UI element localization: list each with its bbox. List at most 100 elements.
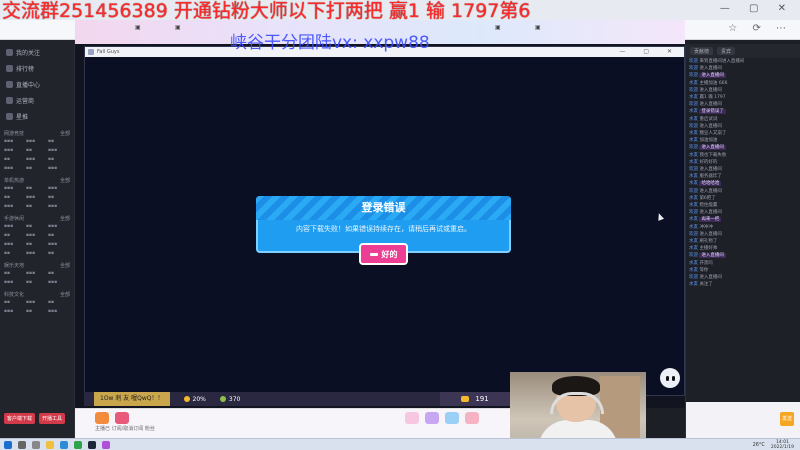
- sidebar-section[interactable]: 网游竞技 全部: [0, 124, 74, 139]
- chat-username[interactable]: 欢迎: [689, 210, 698, 215]
- app-icon[interactable]: [74, 441, 82, 449]
- ok-button[interactable]: 好的: [359, 243, 408, 265]
- start-icon[interactable]: [4, 441, 12, 449]
- chat-list[interactable]: 欢迎 来到直播间进入直播间 欢迎 进入直播间 欢迎 进入直播间 水友 主播加油 666…: [686, 58, 800, 289]
- start-live-button[interactable]: 开播工具: [39, 413, 66, 424]
- sidebar-category-grid[interactable]: ▪▪▪ ▪▪▪ ▪▪ ▪▪▪ ▪▪ ▪▪▪ ▪▪ ▪▪▪ ▪▪ ▪▪▪ ▪▪ ▪▪▪: [0, 139, 74, 171]
- chat-username[interactable]: 水友: [689, 225, 698, 230]
- chat-username[interactable]: 欢迎: [689, 167, 698, 172]
- chat-message: 欢迎 进入直播间: [686, 123, 800, 130]
- gift-icon[interactable]: [115, 412, 129, 424]
- chat-input-area[interactable]: 发送: [686, 402, 800, 438]
- chat-message: 欢迎 进入直播间: [686, 231, 800, 238]
- sidebar-item-center[interactable]: 直播中心: [0, 76, 74, 92]
- chat-panel: 贡献榜 贵宾 欢迎 来到直播间进入直播间 欢迎 进入直播间 欢迎 进入直播间 水友 主…: [685, 44, 800, 438]
- rank-icon: [6, 64, 13, 72]
- sidebar-item-follow[interactable]: 我的关注: [0, 44, 74, 60]
- system-tray[interactable]: 26°C 14:01 2022/1/19: [753, 440, 794, 450]
- chat-text: 进入直播间: [699, 275, 722, 281]
- chat-username[interactable]: 欢迎: [689, 66, 698, 71]
- chat-username[interactable]: 水友: [689, 117, 698, 122]
- chat-username[interactable]: 欢迎: [689, 102, 698, 107]
- sidebar-section[interactable]: 单机热游 全部: [0, 171, 74, 186]
- chat-username[interactable]: 水友: [689, 246, 698, 251]
- chat-username[interactable]: 欢迎: [689, 253, 698, 258]
- chat-username[interactable]: 水友: [689, 138, 698, 143]
- chat-username[interactable]: 水友: [689, 153, 698, 158]
- hud-kudos: 370: [219, 396, 240, 403]
- chat-username[interactable]: 水友: [689, 282, 698, 287]
- clock[interactable]: 14:01 2022/1/19: [771, 440, 794, 450]
- chat-username[interactable]: 欢迎: [689, 88, 698, 93]
- chat-username[interactable]: 欢迎: [689, 145, 698, 150]
- chat-username[interactable]: 水友: [689, 268, 698, 273]
- chat-text: 赢1 输 1797: [699, 95, 726, 101]
- live-icon: [6, 80, 13, 88]
- app-icon[interactable]: [102, 441, 110, 449]
- window-controls[interactable]: — ▢ ✕: [720, 3, 794, 14]
- banner-chip[interactable]: ▣: [175, 24, 181, 31]
- chat-username[interactable]: 水友: [689, 131, 698, 136]
- banner-chip[interactable]: ▣: [135, 24, 141, 31]
- gift-icon[interactable]: [95, 412, 109, 424]
- chat-text: 进入直播间: [699, 145, 726, 151]
- chat-username[interactable]: 水友: [689, 261, 698, 266]
- game-window-title: Fall Guys: [97, 49, 120, 55]
- send-button[interactable]: 发送: [780, 412, 794, 426]
- sidebar-category-grid[interactable]: ▪▪▪ ▪▪ ▪▪▪ ▪▪ ▪▪▪ ▪▪ ▪▪▪ ▪▪ ▪▪▪: [0, 186, 74, 209]
- steam-icon[interactable]: [88, 441, 96, 449]
- chat-username[interactable]: 水友: [689, 160, 698, 165]
- sidebar-category-grid[interactable]: ▪▪▪ ▪▪ ▪▪▪ ▪▪ ▪▪▪ ▪▪ ▪▪▪ ▪▪ ▪▪▪ ▪▪ ▪▪▪ ▪▪: [0, 224, 74, 256]
- game-window-controls[interactable]: — ▢ ✕: [619, 47, 680, 57]
- chat-username[interactable]: 水友: [689, 81, 698, 86]
- chat-username[interactable]: 水友: [689, 196, 698, 201]
- chat-username[interactable]: 水友: [689, 181, 698, 186]
- tab-vip[interactable]: 贵宾: [717, 47, 736, 55]
- sidebar-item-rank[interactable]: 排行榜: [0, 60, 74, 76]
- chat-text: 进入直播间: [699, 66, 722, 72]
- chat-username[interactable]: 欢迎: [689, 124, 698, 129]
- chat-text: 进入直播间: [699, 102, 722, 108]
- chat-message: 水友 好的好的: [686, 159, 800, 166]
- chat-username[interactable]: 水友: [689, 239, 698, 244]
- chat-username[interactable]: 水友: [689, 174, 698, 179]
- gift-icon[interactable]: [465, 412, 479, 424]
- sidebar-item-ops[interactable]: 运营商: [0, 92, 74, 108]
- search-icon[interactable]: [18, 441, 26, 449]
- kudos-icon: [219, 396, 226, 402]
- chat-username[interactable]: 欢迎: [689, 275, 698, 280]
- banner-chip[interactable]: ▣: [535, 24, 541, 31]
- browser-toolbar-icons[interactable]: ☆ ⟳ ⋯: [728, 23, 792, 34]
- sidebar-section[interactable]: 手游休闲 全部: [0, 209, 74, 224]
- chat-username[interactable]: 欢迎: [689, 232, 698, 237]
- chat-text: 进入直播间: [699, 188, 722, 194]
- chat-text: 重启试试: [699, 116, 718, 122]
- browser-icon[interactable]: [60, 441, 68, 449]
- sidebar-section[interactable]: 娱乐天地 全部: [0, 256, 74, 271]
- chat-username[interactable]: 水友: [689, 109, 698, 114]
- chat-text: 好的好的: [699, 159, 718, 165]
- chat-username[interactable]: 欢迎: [689, 73, 698, 78]
- sidebar-item-star[interactable]: 星推: [0, 108, 74, 124]
- download-client-button[interactable]: 客户端下载: [4, 413, 36, 424]
- chat-text: 进入直播间: [699, 210, 722, 216]
- chat-username[interactable]: 水友: [689, 217, 698, 222]
- chat-username[interactable]: 欢迎: [689, 59, 698, 64]
- sidebar-category-grid[interactable]: ▪▪ ▪▪▪ ▪▪ ▪▪▪ ▪▪ ▪▪▪: [0, 271, 74, 285]
- sidebar-section[interactable]: 科技文化 全部: [0, 285, 74, 300]
- chat-message: 水友 等你: [686, 267, 800, 274]
- tab-contrib[interactable]: 贡献榜: [690, 47, 714, 55]
- chat-username[interactable]: 欢迎: [689, 189, 698, 194]
- chat-username[interactable]: 水友: [689, 203, 698, 208]
- folder-icon[interactable]: [46, 441, 54, 449]
- chat-message: 水友 赢1 输 1797: [686, 94, 800, 101]
- app-icon: [88, 49, 94, 55]
- task-view-icon[interactable]: [32, 441, 40, 449]
- gift-icon[interactable]: [445, 412, 459, 424]
- banner-chip[interactable]: ▣: [495, 24, 501, 31]
- gift-icon[interactable]: [425, 412, 439, 424]
- chat-text: 主播好帅: [699, 246, 718, 252]
- gift-icon[interactable]: [405, 412, 419, 424]
- chat-username[interactable]: 水友: [689, 95, 698, 100]
- sidebar-category-grid[interactable]: ▪▪ ▪▪▪ ▪▪ ▪▪▪ ▪▪ ▪▪▪: [0, 300, 74, 314]
